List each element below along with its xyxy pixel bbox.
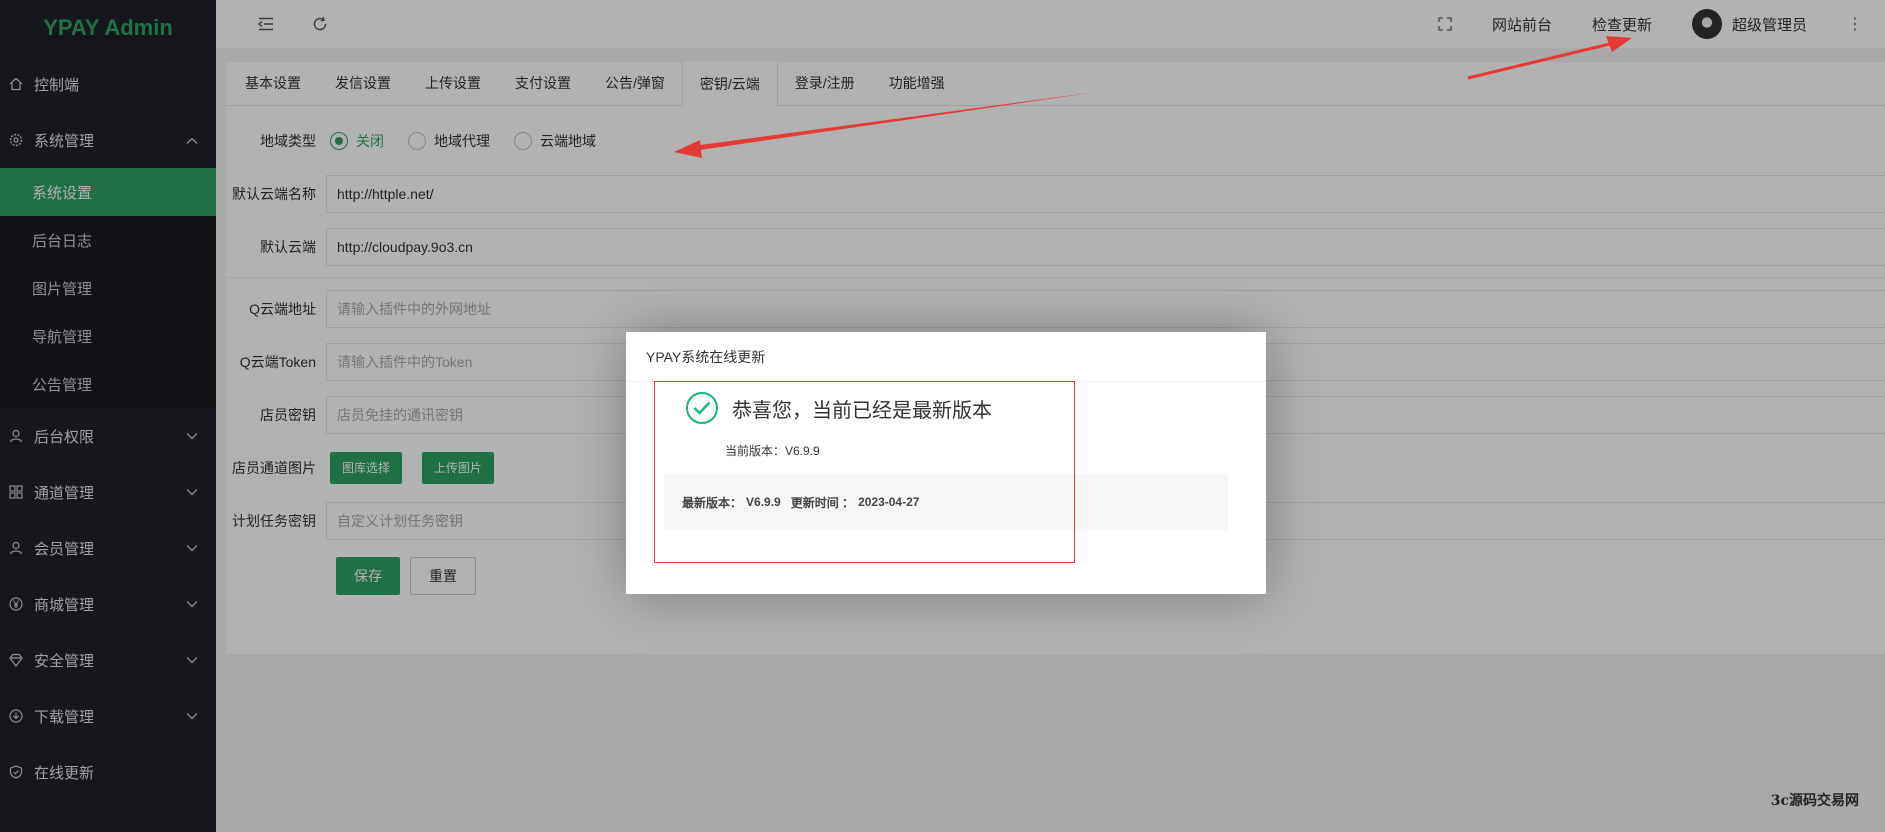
watermark-text: 3c源码交易网 bbox=[1770, 793, 1859, 809]
dialog-title: YPAY系统在线更新 bbox=[626, 332, 1266, 382]
annotation-highlight-box bbox=[654, 381, 1075, 563]
